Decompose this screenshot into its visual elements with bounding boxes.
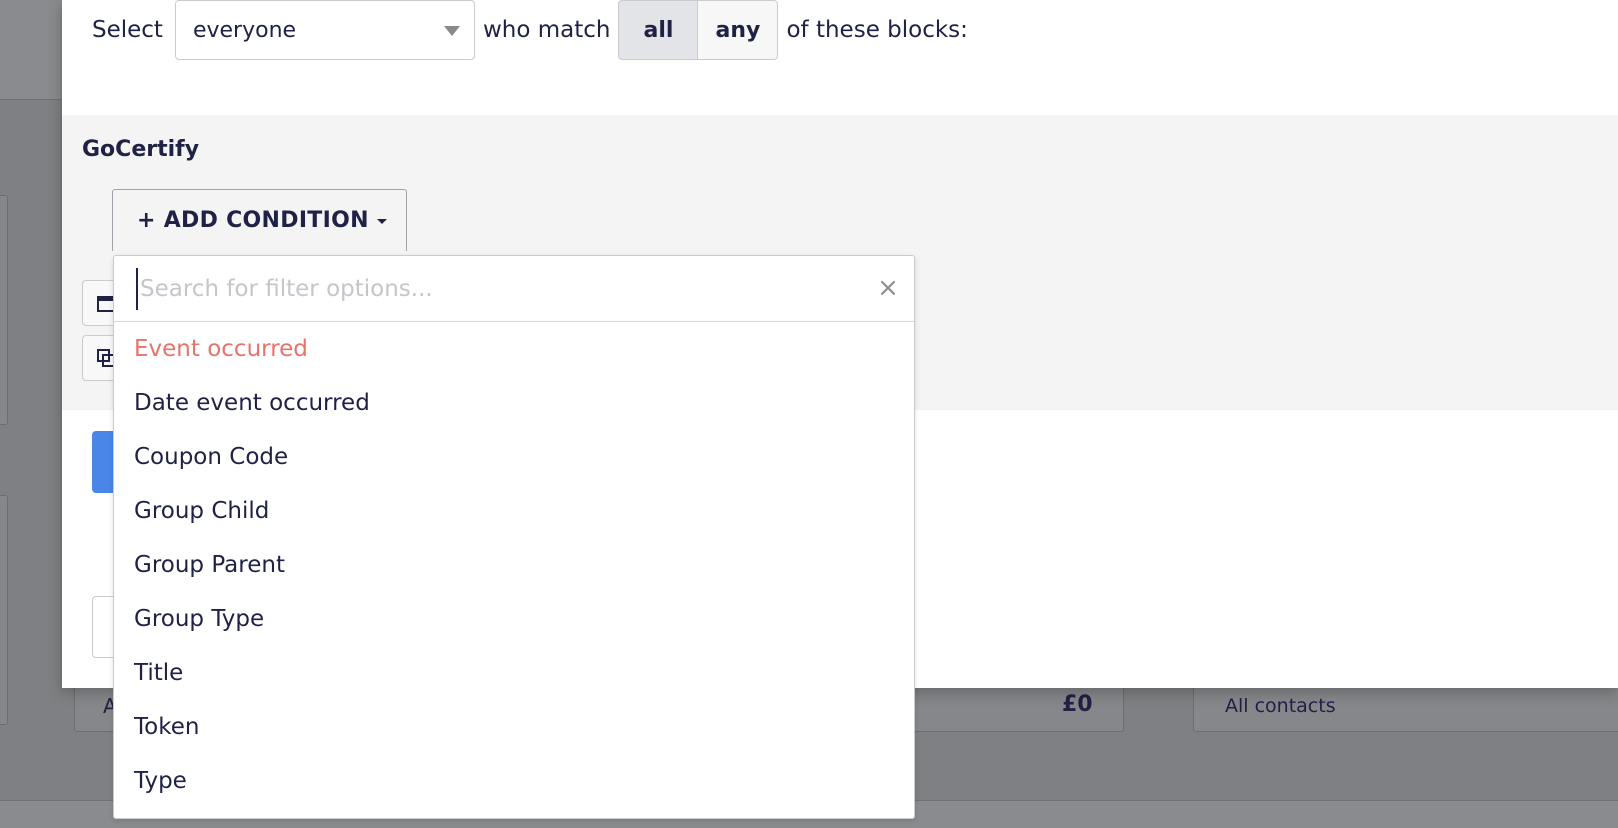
filter-option[interactable]: Type (114, 754, 914, 808)
filter-option[interactable]: Group Parent (114, 538, 914, 592)
filter-options-list: Event occurred Date event occurred Coupo… (114, 322, 914, 808)
match-any-button[interactable]: any (698, 0, 779, 60)
caret-down-icon (376, 219, 387, 224)
select-row: Select everyone who match all any of the… (92, 0, 968, 60)
background-card (0, 495, 8, 725)
background-contacts-label: All contacts (1225, 695, 1336, 717)
audience-select[interactable]: everyone (174, 0, 475, 60)
add-condition-button[interactable]: + ADD CONDITION (112, 189, 407, 251)
close-icon[interactable]: × (876, 275, 900, 301)
add-condition-label: + ADD CONDITION (137, 208, 369, 233)
caret-down-icon (443, 26, 460, 36)
select-label: Select (92, 17, 163, 43)
audience-select-value: everyone (192, 17, 297, 43)
filter-option[interactable]: Group Child (114, 484, 914, 538)
filter-option[interactable]: Event occurred (114, 322, 914, 376)
background-card (0, 195, 8, 425)
match-all-button[interactable]: all (618, 0, 699, 60)
blocks-suffix-label: of these blocks: (786, 17, 968, 43)
background-header (0, 0, 70, 100)
filter-option[interactable]: Token (114, 700, 914, 754)
block-title: GoCertify (82, 137, 200, 162)
background-amount: £0 (1062, 692, 1093, 717)
filter-option[interactable]: Title (114, 646, 914, 700)
filter-option[interactable]: Date event occurred (114, 376, 914, 430)
filter-search-input[interactable] (136, 268, 856, 310)
filter-option[interactable]: Group Type (114, 592, 914, 646)
match-label: who match (482, 17, 611, 43)
filter-options-popup: × Event occurred Date event occurred Cou… (113, 255, 915, 819)
filter-option[interactable]: Coupon Code (114, 430, 914, 484)
filter-search-bar: × (114, 256, 914, 322)
match-toggle: all any (618, 0, 779, 60)
